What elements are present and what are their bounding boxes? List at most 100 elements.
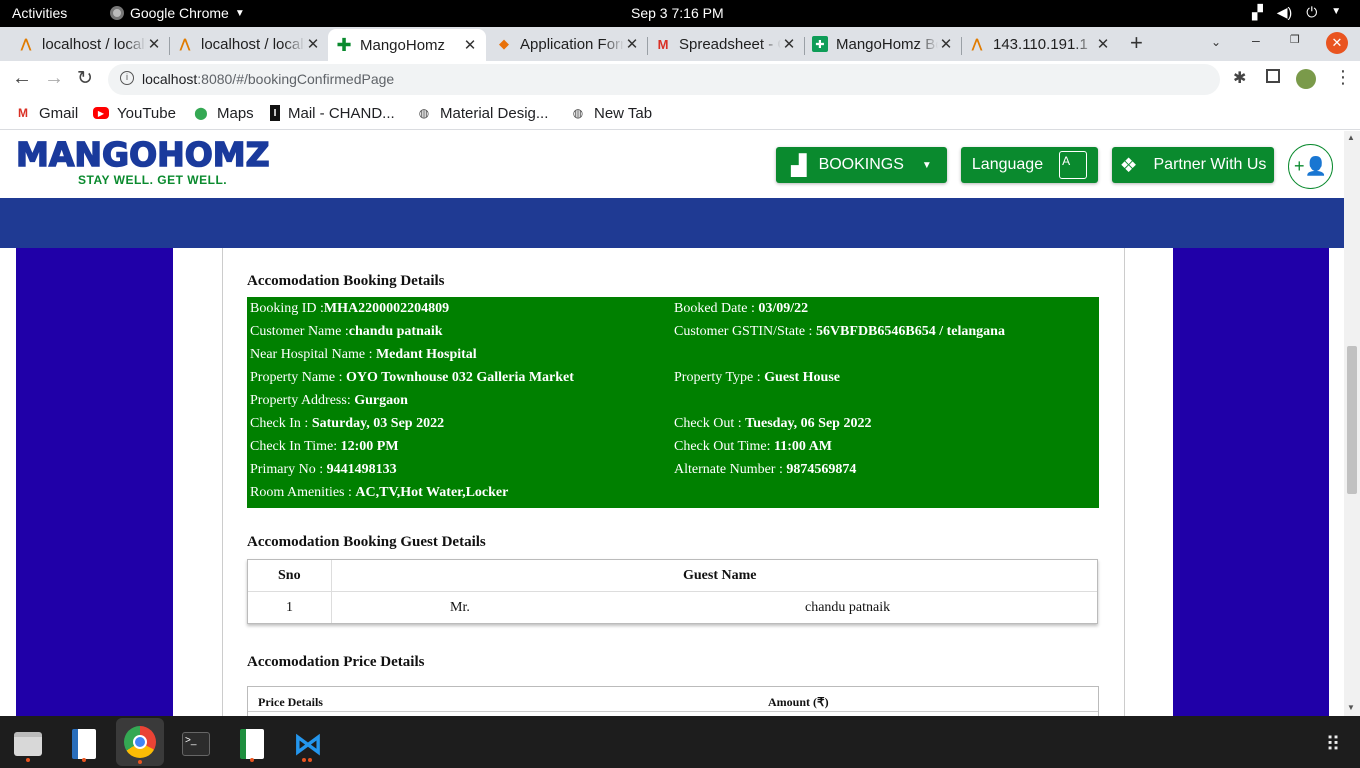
alternate-no-row: Alternate Number : 9874569874 bbox=[674, 458, 856, 481]
customer-name-value: chandu patnaik bbox=[348, 324, 443, 339]
caret-down-icon: ▼ bbox=[921, 159, 932, 171]
close-icon[interactable]: ✕ bbox=[624, 35, 640, 53]
tab-search-icon[interactable]: ⌄ bbox=[1211, 35, 1221, 49]
bookings-dropdown-button[interactable]: ▟ BOOKINGS ▼ bbox=[776, 147, 947, 183]
dock: >_ ⋈ ⠿ bbox=[0, 716, 1360, 768]
chevron-down-icon: ▼ bbox=[1331, 6, 1342, 17]
terminal-app-icon[interactable]: >_ bbox=[176, 724, 216, 764]
scroll-up-icon[interactable]: ▲ bbox=[1347, 133, 1355, 142]
partner-icon: ❖ bbox=[1119, 154, 1138, 177]
calc-app-icon[interactable] bbox=[232, 724, 272, 764]
property-type-value: Guest House bbox=[764, 370, 840, 385]
bookings-label: BOOKINGS bbox=[818, 156, 904, 173]
sheets-icon: ✚ bbox=[812, 36, 828, 52]
vscode-app-icon[interactable]: ⋈ bbox=[288, 724, 328, 764]
globe-icon: ◍ bbox=[418, 106, 430, 120]
add-user-icon[interactable]: +👤 bbox=[1288, 144, 1333, 189]
property-name-value: OYO Townhouse 032 Galleria Market bbox=[346, 370, 574, 385]
new-tab-button[interactable]: + bbox=[1130, 30, 1143, 56]
chrome-app-icon[interactable] bbox=[116, 718, 164, 766]
menu-kebab-icon[interactable]: ⋮ bbox=[1334, 67, 1352, 88]
label: Customer Name : bbox=[250, 324, 349, 339]
extensions-icon[interactable]: ✱ bbox=[1233, 68, 1246, 88]
minimize-button[interactable]: – bbox=[1252, 32, 1260, 48]
url-text[interactable]: localhost:8080/#/bookingConfirmedPage bbox=[142, 71, 394, 87]
label: Booking ID : bbox=[250, 301, 324, 316]
tab-title: localhost / localhost bbox=[201, 35, 305, 53]
close-icon[interactable]: ✕ bbox=[781, 35, 797, 53]
scroll-down-icon[interactable]: ▼ bbox=[1347, 703, 1355, 712]
side-panel-icon[interactable] bbox=[1266, 69, 1280, 83]
guest-title: Mr. bbox=[450, 600, 470, 615]
language-button[interactable]: Language A bbox=[961, 147, 1098, 183]
bookmark-label: Material Desig... bbox=[440, 104, 549, 122]
left-side-panel bbox=[16, 248, 173, 716]
alternate-no-value: 9874569874 bbox=[786, 462, 857, 477]
web-page: MANGOHOMZ STAY WELL. GET WELL. ▟ BOOKING… bbox=[0, 131, 1344, 716]
close-icon[interactable]: ✕ bbox=[938, 35, 954, 53]
brand-logo[interactable]: MANGOHOMZ STAY WELL. GET WELL. bbox=[15, 136, 270, 187]
tab-localhost-2[interactable]: ⋀ localhost / localhost ✕ bbox=[171, 29, 327, 59]
system-tray[interactable]: ▞ ◀) ⏻ ▼ bbox=[1252, 4, 1341, 21]
tab-localhost-1[interactable]: ⋀ localhost / localhost ✕ bbox=[12, 29, 168, 59]
url-host: localhost bbox=[142, 71, 198, 87]
mail-icon: I bbox=[270, 105, 280, 121]
checkout-value: Tuesday, 06 Sep 2022 bbox=[745, 416, 872, 431]
omnibox[interactable]: i localhost:8080/#/bookingConfirmedPage bbox=[108, 64, 1220, 95]
info-icon[interactable]: i bbox=[120, 71, 134, 85]
property-type-row: Property Type : Guest House bbox=[674, 366, 840, 389]
price-details-heading: Accomodation Price Details bbox=[247, 654, 425, 670]
scrollbar-thumb[interactable] bbox=[1347, 346, 1357, 494]
gmail-icon: M bbox=[18, 106, 28, 120]
checkout-time-value: 11:00 AM bbox=[773, 439, 832, 454]
files-app-icon[interactable] bbox=[8, 724, 48, 764]
partner-button[interactable]: ❖ Partner With Us bbox=[1112, 147, 1274, 183]
bookmark-material-design[interactable]: ◍ Material Desig... bbox=[416, 103, 549, 123]
avatar[interactable] bbox=[1296, 69, 1316, 89]
back-icon[interactable]: ← bbox=[12, 67, 32, 90]
guest-sno: 1 bbox=[286, 600, 293, 615]
column-header-sno: Sno bbox=[278, 568, 301, 583]
tab-mangohomz-booking[interactable]: ✚ MangoHomz Booking ✕ bbox=[806, 29, 960, 59]
label: Check In Time: bbox=[250, 439, 341, 454]
tab-spreadsheet-gmail[interactable]: M Spreadsheet - Gmail ✕ bbox=[649, 29, 803, 59]
tab-mangohomz-active[interactable]: ✚ MangoHomz ✕ bbox=[328, 29, 486, 61]
writer-app-icon[interactable] bbox=[64, 724, 104, 764]
label: Booked Date : bbox=[674, 301, 759, 316]
clock[interactable]: Sep 3 7:16 PM bbox=[631, 5, 724, 21]
tab-title: localhost / localhost bbox=[42, 35, 146, 53]
restore-button[interactable]: ❐ bbox=[1290, 33, 1300, 46]
close-icon[interactable]: ✕ bbox=[146, 35, 162, 53]
page-scrollbar[interactable]: ▲ ▼ bbox=[1344, 131, 1360, 716]
tab-ip-address[interactable]: ⋀ 143.110.191.1 ✕ bbox=[963, 29, 1117, 59]
tab-application-form[interactable]: ◆ Application Form ✕ bbox=[490, 29, 646, 59]
close-icon[interactable]: ✕ bbox=[462, 36, 478, 54]
blue-banner bbox=[0, 198, 1344, 248]
bookmark-new-tab[interactable]: ◍ New Tab bbox=[570, 103, 652, 123]
bookmark-mail-chand[interactable]: I Mail - CHAND... bbox=[270, 103, 395, 123]
guest-table: Sno Guest Name 1 Mr. chandu patnaik bbox=[247, 559, 1098, 624]
close-icon[interactable]: ✕ bbox=[1095, 35, 1111, 53]
booking-details-heading: Accomodation Booking Details bbox=[247, 273, 445, 289]
property-name-row: Property Name : OYO Townhouse 032 Galler… bbox=[250, 366, 574, 389]
bookmark-gmail[interactable]: M Gmail bbox=[15, 103, 78, 123]
checkin-time-value: 12:00 PM bbox=[340, 439, 399, 454]
chevron-down-icon: ▼ bbox=[234, 7, 245, 19]
close-icon[interactable]: ✕ bbox=[305, 35, 321, 53]
power-icon: ⏻ bbox=[1306, 4, 1318, 20]
guest-name: chandu patnaik bbox=[805, 600, 891, 615]
app-menu[interactable]: Google Chrome ▼ bbox=[110, 5, 245, 21]
show-apps-icon[interactable]: ⠿ bbox=[1312, 724, 1352, 764]
activities-button[interactable]: Activities bbox=[12, 5, 67, 21]
reload-icon[interactable]: ↻ bbox=[77, 67, 93, 90]
app-name: Google Chrome bbox=[130, 5, 229, 21]
bookmark-youtube[interactable]: ▶ YouTube bbox=[93, 103, 176, 123]
label: Check Out Time: bbox=[674, 439, 774, 454]
column-header-price-details: Price Details bbox=[258, 695, 323, 709]
bookmark-maps[interactable]: ⬤ Maps bbox=[193, 103, 253, 123]
gstin-value: 56VBFDB6546B654 / telangana bbox=[815, 324, 1005, 339]
label: Primary No : bbox=[250, 462, 327, 477]
volume-icon: ◀) bbox=[1276, 4, 1293, 20]
forward-icon[interactable]: → bbox=[44, 67, 64, 90]
close-window-button[interactable]: ✕ bbox=[1326, 32, 1348, 54]
